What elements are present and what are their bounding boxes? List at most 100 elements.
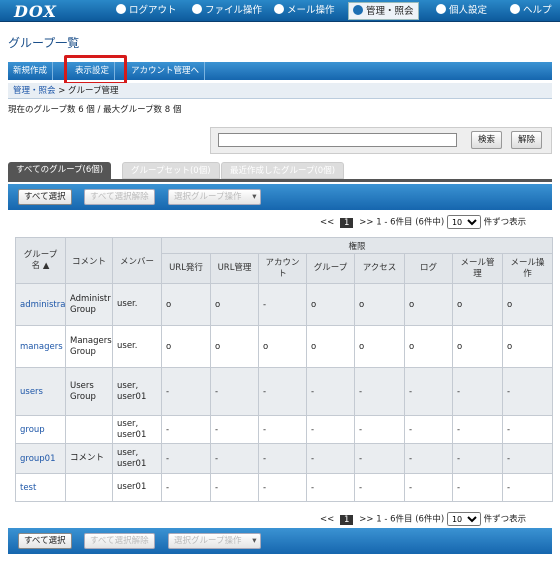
- group-name-link[interactable]: group: [20, 425, 45, 435]
- permission-cell: -: [501, 367, 554, 416]
- group-ops-dropdown[interactable]: 選択グループ操作 ▾: [168, 533, 261, 549]
- permission-cell: -: [258, 367, 307, 416]
- nav-mail-label: メール操作: [287, 5, 335, 16]
- sort-up-icon: ▲: [40, 260, 50, 271]
- tab-underline: [8, 179, 552, 182]
- pager-next[interactable]: >>: [359, 218, 373, 228]
- group-name-link[interactable]: administra: [20, 300, 65, 310]
- nav-help-label: ヘルプ: [523, 5, 552, 16]
- nav-help[interactable]: ヘルプ: [506, 2, 556, 20]
- clear-button[interactable]: 解除: [511, 131, 543, 149]
- permission-cell: o: [306, 325, 355, 368]
- permission-cell: -: [161, 443, 211, 474]
- dox-logo: DOX: [14, 2, 57, 21]
- pager-prev[interactable]: <<: [320, 515, 334, 525]
- tab-all-groups[interactable]: すべてのグループ(6個): [8, 162, 112, 179]
- permission-cell: -: [404, 473, 453, 502]
- group-name-link[interactable]: test: [20, 483, 36, 493]
- nav-file[interactable]: ファイル操作: [188, 2, 266, 20]
- chevron-down-icon: ▾: [252, 192, 257, 202]
- permission-cell: o: [404, 325, 453, 368]
- permission-cell: -: [161, 473, 211, 502]
- permission-cell: o: [258, 325, 307, 368]
- permission-cell: -: [501, 415, 554, 444]
- per-page-select[interactable]: 10: [446, 215, 481, 229]
- group-name-link[interactable]: group01: [20, 454, 56, 464]
- col-group-name[interactable]: グループ名 ▲: [15, 237, 66, 284]
- per-page-suffix: 件ずつ表示: [483, 217, 527, 228]
- table-row[interactable]: administra Administr Group user. o o - o o o o o: [15, 283, 554, 326]
- permission-cell: -: [354, 443, 405, 474]
- tab-recent-groups[interactable]: 最近作成したグループ(0個): [221, 162, 345, 179]
- permission-cell: o: [306, 283, 355, 326]
- group-name-cell[interactable]: test: [15, 473, 66, 502]
- breadcrumb-admin-link[interactable]: 管理・照会: [13, 86, 56, 96]
- table-row[interactable]: managers Managers Group user. o o o o o o o o: [15, 325, 554, 368]
- table-row[interactable]: test user01- - - - - - - -: [15, 473, 554, 502]
- mail-icon: [274, 4, 284, 14]
- pager-next[interactable]: >>: [359, 515, 373, 525]
- permission-cell: o: [501, 325, 554, 368]
- group-name-cell[interactable]: managers: [15, 325, 66, 368]
- pager-prev[interactable]: <<: [320, 218, 334, 228]
- permission-cell: -: [452, 367, 503, 416]
- group-ops-dropdown[interactable]: 選択グループ操作 ▾: [168, 189, 261, 205]
- highlight-box: [64, 55, 127, 85]
- table-row[interactable]: group user, user01- - - - - - - -: [15, 415, 554, 444]
- subnav-new[interactable]: 新規作成: [8, 62, 54, 80]
- permission-cell: -: [501, 473, 554, 502]
- comment-cell: [65, 415, 113, 444]
- subnav-account-manage[interactable]: アカウント管理へ: [126, 62, 206, 80]
- per-page-select[interactable]: 10: [446, 512, 481, 526]
- nav-admin[interactable]: 管理・照会: [348, 2, 419, 20]
- breadcrumb-current: グループ管理: [68, 86, 119, 96]
- group-name-cell[interactable]: group01: [15, 443, 66, 474]
- pager-page-number[interactable]: 1: [340, 217, 354, 228]
- group-name-cell[interactable]: users: [15, 367, 66, 416]
- col-url-manage: URL管理: [210, 253, 259, 284]
- group-name-link[interactable]: managers: [20, 342, 63, 352]
- permission-cell: o: [161, 325, 211, 368]
- permission-cell: -: [404, 367, 453, 416]
- nav-logout[interactable]: ログアウト: [112, 2, 181, 20]
- select-all-button[interactable]: すべて選択: [18, 533, 72, 549]
- group-name-link[interactable]: users: [20, 387, 43, 397]
- deselect-all-button[interactable]: すべて選択解除: [84, 533, 155, 549]
- admin-icon: [353, 5, 363, 15]
- col-account: アカウント: [258, 253, 307, 284]
- permission-cell: o: [501, 283, 554, 326]
- table-row[interactable]: users Users Group user, user01- - - - - - - -: [15, 367, 554, 416]
- nav-logout-label: ログアウト: [129, 5, 177, 16]
- group-ops-label: 選択グループ操作: [174, 536, 242, 546]
- col-comment: コメント: [65, 237, 113, 284]
- top-toolbar: すべて選択 すべて選択解除 選択グループ操作 ▾: [8, 184, 552, 210]
- search-input[interactable]: [218, 133, 457, 147]
- nav-mail[interactable]: メール操作: [270, 2, 339, 20]
- members-cell: user, user01: [112, 443, 162, 474]
- permission-cell: o: [452, 283, 503, 326]
- permission-cell: -: [501, 443, 554, 474]
- pager-bottom: << 1 >> 1 - 6件目 (6件中) 10 件ずつ表示: [320, 512, 552, 528]
- file-icon: [192, 4, 202, 14]
- nav-personal[interactable]: 個人設定: [432, 2, 491, 20]
- group-name-cell[interactable]: administra: [15, 283, 66, 326]
- permission-cell: -: [306, 443, 355, 474]
- col-log: ログ: [404, 253, 453, 284]
- page-title: グループ一覧: [8, 36, 80, 50]
- permission-cell: -: [210, 443, 259, 474]
- search-button[interactable]: 検索: [471, 131, 503, 149]
- pager-range: 1 - 6件目 (6件中): [376, 514, 445, 525]
- group-table: グループ名 ▲ コメント メンバー 権限 URL発行 URL管理 アカウント グ…: [15, 237, 554, 502]
- table-row[interactable]: group01 コメント user, user01- - - - - - - -: [15, 443, 554, 474]
- help-icon: [510, 4, 520, 14]
- group-count-text: 現在のグループ数 6 個 / 最大グループ数 8 個: [8, 105, 182, 115]
- permission-cell: -: [404, 415, 453, 444]
- group-name-cell[interactable]: group: [15, 415, 66, 444]
- pager-page-number[interactable]: 1: [340, 514, 354, 525]
- members-cell: user.: [112, 325, 162, 368]
- bottom-toolbar: すべて選択 すべて選択解除 選択グループ操作 ▾: [8, 528, 552, 554]
- deselect-all-button[interactable]: すべて選択解除: [84, 189, 155, 205]
- tab-group-sets[interactable]: グループセット(0個): [122, 162, 220, 179]
- permission-cell: -: [452, 443, 503, 474]
- select-all-button[interactable]: すべて選択: [18, 189, 72, 205]
